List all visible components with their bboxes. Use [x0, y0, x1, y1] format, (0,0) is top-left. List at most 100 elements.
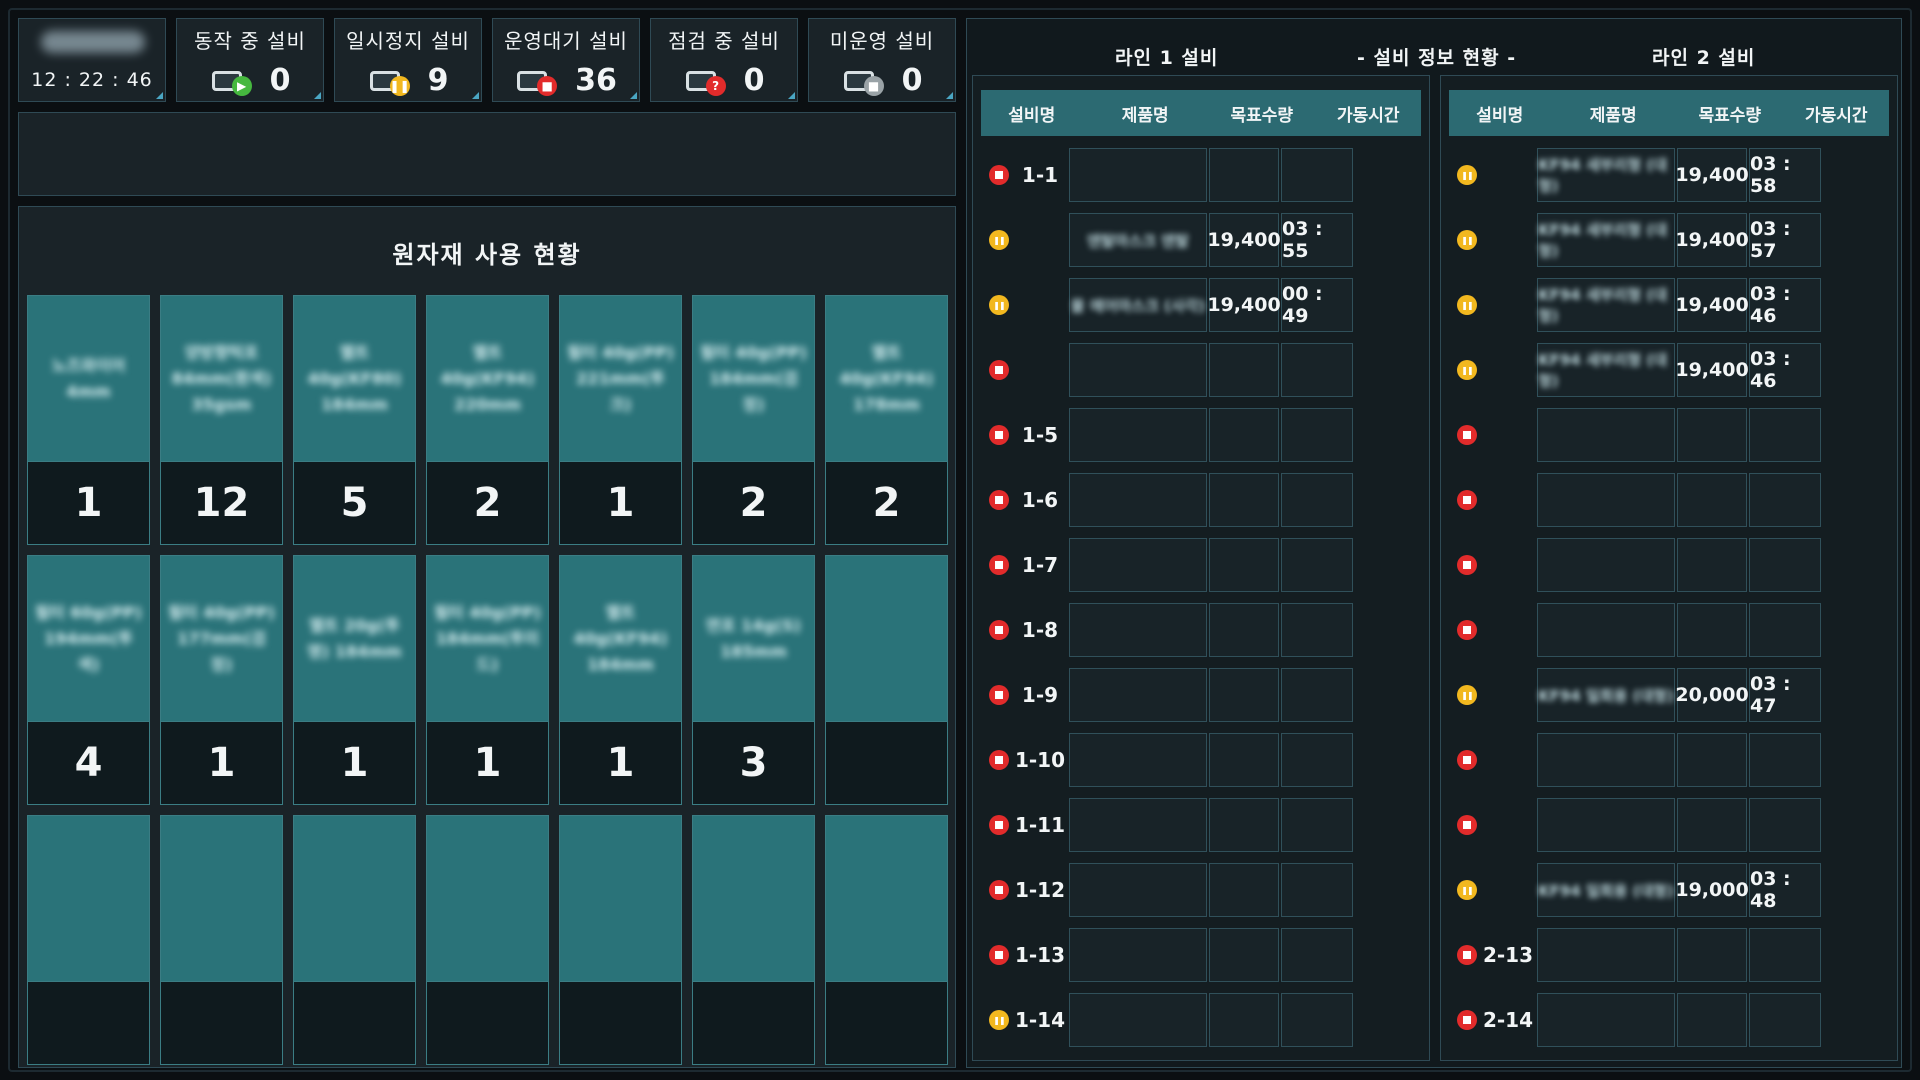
equipment-row[interactable]: KF94 새부리형 (대형)19,40003 : 46 — [1449, 274, 1889, 336]
product-name: KF94 새부리형 (대형) — [1538, 156, 1668, 195]
operating-time — [1749, 408, 1821, 462]
equipment-row[interactable]: 1-14 — [981, 989, 1421, 1051]
target-quantity: 19,400 — [1207, 213, 1281, 267]
product-name-cell: KF94 일회용 (대형) — [1537, 863, 1675, 917]
equipment-row[interactable]: 1-8 — [981, 599, 1421, 661]
stop-status-icon — [989, 555, 1009, 575]
material-count — [826, 982, 947, 1064]
equipment-row[interactable] — [1449, 534, 1889, 596]
equipment-row[interactable]: 1-11 — [981, 794, 1421, 856]
equipment-row[interactable]: 1-5 — [981, 404, 1421, 466]
column-header: 목표수량 — [1230, 105, 1293, 126]
operating-time — [1281, 538, 1353, 592]
equipment-row[interactable]: 1-6 — [981, 469, 1421, 531]
target-quantity — [1209, 538, 1279, 592]
equipment-row[interactable]: KF94 일회용 (대형)20,00003 : 47 — [1449, 664, 1889, 726]
stop-status-icon — [989, 620, 1009, 640]
product-name-cell: KF94 새부리형 (대형) — [1537, 148, 1675, 202]
material-name: 멜트 40g(KF94) 220mm — [440, 342, 535, 414]
product-name: KF94 일회용 (대형) — [1538, 686, 1674, 705]
equipment-row[interactable] — [981, 339, 1421, 401]
equipment-row[interactable] — [1449, 729, 1889, 791]
material-count — [826, 722, 947, 804]
material-count: 2 — [872, 480, 901, 526]
equipment-id — [1479, 599, 1537, 661]
material-name: 필터 40g(PP) 184mm(검정) — [700, 342, 807, 414]
equipment-id: 2-13 — [1482, 943, 1534, 967]
material-name: 노즈와이어 4mm — [51, 355, 126, 401]
equipment-row[interactable] — [1449, 404, 1889, 466]
equipment-row[interactable] — [1449, 469, 1889, 531]
equipment-row[interactable]: 덴탈마스크 덴탈 19,40003 : 55 — [981, 209, 1421, 271]
stop-status-icon — [1457, 425, 1477, 445]
equipment-row[interactable]: 1-13 — [981, 924, 1421, 986]
line2-title: 라인 2 설비 — [1652, 47, 1756, 69]
stop-status-icon — [989, 945, 1009, 965]
operating-time — [1749, 538, 1821, 592]
equipment-row[interactable]: 1-12 — [981, 859, 1421, 921]
material-count — [560, 982, 681, 1064]
stat-label: 운영대기 설비 — [504, 29, 628, 53]
equipment-row[interactable]: 몰 에어마스크 (사각)19,40000 : 49 — [981, 274, 1421, 336]
pause-status-icon — [1457, 230, 1477, 250]
target-quantity — [1209, 733, 1279, 787]
material-name: 필터 40g(PP) 177mm(검정) — [168, 602, 275, 674]
pause-status-icon — [989, 295, 1009, 315]
operating-time — [1749, 603, 1821, 657]
pause-status-icon — [1457, 360, 1477, 380]
equipment-id — [1479, 404, 1537, 466]
equipment-row[interactable]: KF94 일회용 (대형)19,00003 : 48 — [1449, 859, 1889, 921]
equipment-row[interactable]: 2-14 — [1449, 989, 1889, 1051]
equipment-id: 1-6 — [1021, 488, 1059, 512]
target-quantity — [1677, 603, 1747, 657]
material-name: 필터 40g(PP) 184mm(투미드) — [434, 602, 541, 674]
stop-status-icon — [1457, 620, 1477, 640]
equipment-id: 1-11 — [1014, 813, 1066, 837]
line1-title: 라인 1 설비 — [1115, 47, 1219, 69]
material-name: 면포 14g(S) 185mm — [706, 615, 801, 661]
equipment-row[interactable]: 1-9 — [981, 664, 1421, 726]
equipment-row[interactable]: 1-7 — [981, 534, 1421, 596]
material-count — [427, 982, 548, 1064]
target-quantity — [1209, 473, 1279, 527]
stat-panel: 동작 중 설비 ▶ 0 — [176, 18, 324, 102]
product-name-cell: KF94 새부리형 (대형) — [1537, 213, 1675, 267]
stop-status-icon — [989, 815, 1009, 835]
column-header: 가동시간 — [1336, 105, 1400, 126]
equipment-row[interactable]: KF94 새부리형 (대형)19,40003 : 58 — [1449, 144, 1889, 206]
equipment-row[interactable] — [1449, 794, 1889, 856]
stat-value: 0 — [269, 63, 291, 98]
stat-value: 9 — [427, 63, 449, 98]
material-card: 멜트 40g(KF94) 178mm 2 — [825, 295, 948, 545]
product-name: 몰 에어마스크 (사각) — [1070, 296, 1206, 315]
operating-time — [1281, 863, 1353, 917]
equipment-row[interactable]: KF94 새부리형 (대형)19,40003 : 46 — [1449, 339, 1889, 401]
material-count — [161, 982, 282, 1064]
equipment-id: 1-1 — [1021, 163, 1059, 187]
material-count: 1 — [207, 740, 236, 786]
material-count: 3 — [739, 740, 768, 786]
material-card — [27, 815, 150, 1065]
material-card: 필터 40g(PP) 184mm(투미드) 1 — [426, 555, 549, 805]
material-count: 5 — [340, 480, 369, 526]
stop-status-icon — [989, 880, 1009, 900]
equipment-row[interactable] — [1449, 599, 1889, 661]
equipment-id: 1-14 — [1014, 1008, 1066, 1032]
product-name-cell — [1537, 603, 1675, 657]
equipment-row[interactable]: 1-10 — [981, 729, 1421, 791]
target-quantity — [1677, 408, 1747, 462]
operating-time: 03 : 57 — [1749, 213, 1821, 267]
equipment-id: 1-10 — [1014, 748, 1066, 772]
notice-panel — [18, 112, 956, 196]
stat-label: 일시정지 설비 — [346, 29, 470, 53]
target-quantity — [1209, 928, 1279, 982]
equipment-row[interactable]: 1-1 — [981, 144, 1421, 206]
pause-status-icon — [1457, 165, 1477, 185]
stop-status-icon — [989, 750, 1009, 770]
material-grid: 노즈와이어 4mm 1 양방향턱포 84mm(흰색) 35gsm 12 멜트 40g(K… — [27, 295, 948, 1065]
equipment-row[interactable]: 2-13 — [1449, 924, 1889, 986]
target-quantity — [1677, 798, 1747, 852]
material-card — [160, 815, 283, 1065]
equipment-row[interactable]: KF94 새부리형 (대형)19,40003 : 57 — [1449, 209, 1889, 271]
equipment-id — [1011, 274, 1069, 336]
